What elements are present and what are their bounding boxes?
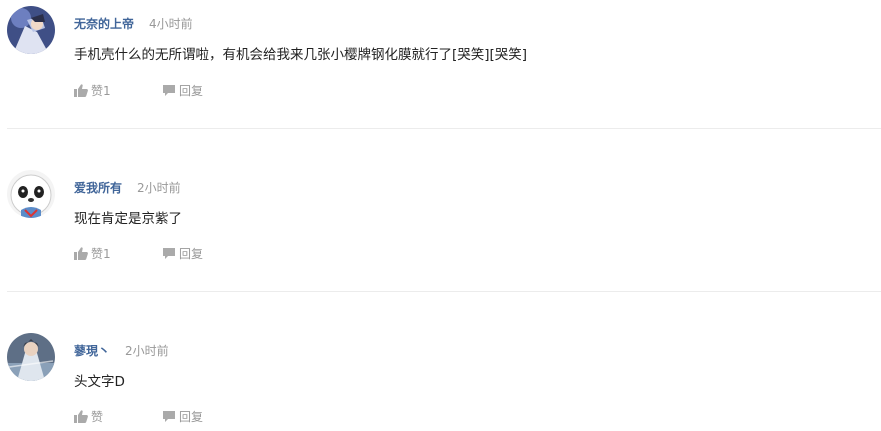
comment-text: 现在肯定是京紫了 (74, 211, 182, 227)
like-label: 赞1 (91, 247, 111, 261)
comment-item: 蓼現丶 2小时前 头文字D 赞 回复 (0, 326, 881, 431)
comment-item: 爱我所有 2小时前 现在肯定是京紫了 赞1 回复 (0, 163, 881, 326)
like-label: 赞 (91, 410, 104, 424)
like-button[interactable]: 赞1 (74, 82, 111, 99)
thumbs-up-icon (74, 247, 88, 260)
comment-time: 2小时前 (137, 181, 181, 195)
avatar[interactable] (7, 170, 55, 218)
thumbs-up-icon (74, 410, 88, 423)
username[interactable]: 无奈的上帝 (74, 15, 134, 32)
speech-bubble-icon (162, 247, 176, 260)
comment-time: 4小时前 (149, 17, 193, 31)
avatar[interactable] (7, 333, 55, 381)
username[interactable]: 蓼現丶 (74, 342, 110, 359)
like-button[interactable]: 赞 (74, 408, 103, 425)
speech-bubble-icon (162, 410, 176, 423)
comment-list: 无奈的上帝 4小时前 手机壳什么的无所谓啦，有机会给我来几张小樱牌钢化膜就行了[… (0, 0, 881, 431)
thumbs-up-icon (74, 84, 88, 97)
comment-item: 无奈的上帝 4小时前 手机壳什么的无所谓啦，有机会给我来几张小樱牌钢化膜就行了[… (0, 0, 881, 163)
comment-time: 2小时前 (125, 344, 169, 358)
avatar[interactable] (7, 6, 55, 54)
reply-button[interactable]: 回复 (162, 82, 203, 99)
reply-label: 回复 (179, 247, 204, 261)
speech-bubble-icon (162, 84, 176, 97)
username[interactable]: 爱我所有 (74, 179, 122, 196)
reply-label: 回复 (179, 410, 204, 424)
like-button[interactable]: 赞1 (74, 245, 111, 262)
divider (7, 128, 881, 129)
divider (7, 291, 881, 292)
reply-button[interactable]: 回复 (162, 245, 203, 262)
reply-label: 回复 (179, 84, 204, 98)
like-label: 赞1 (91, 84, 111, 98)
comment-text: 手机壳什么的无所谓啦，有机会给我来几张小樱牌钢化膜就行了[哭笑][哭笑] (74, 47, 528, 63)
comment-text: 头文字D (74, 374, 125, 390)
reply-button[interactable]: 回复 (162, 408, 203, 425)
